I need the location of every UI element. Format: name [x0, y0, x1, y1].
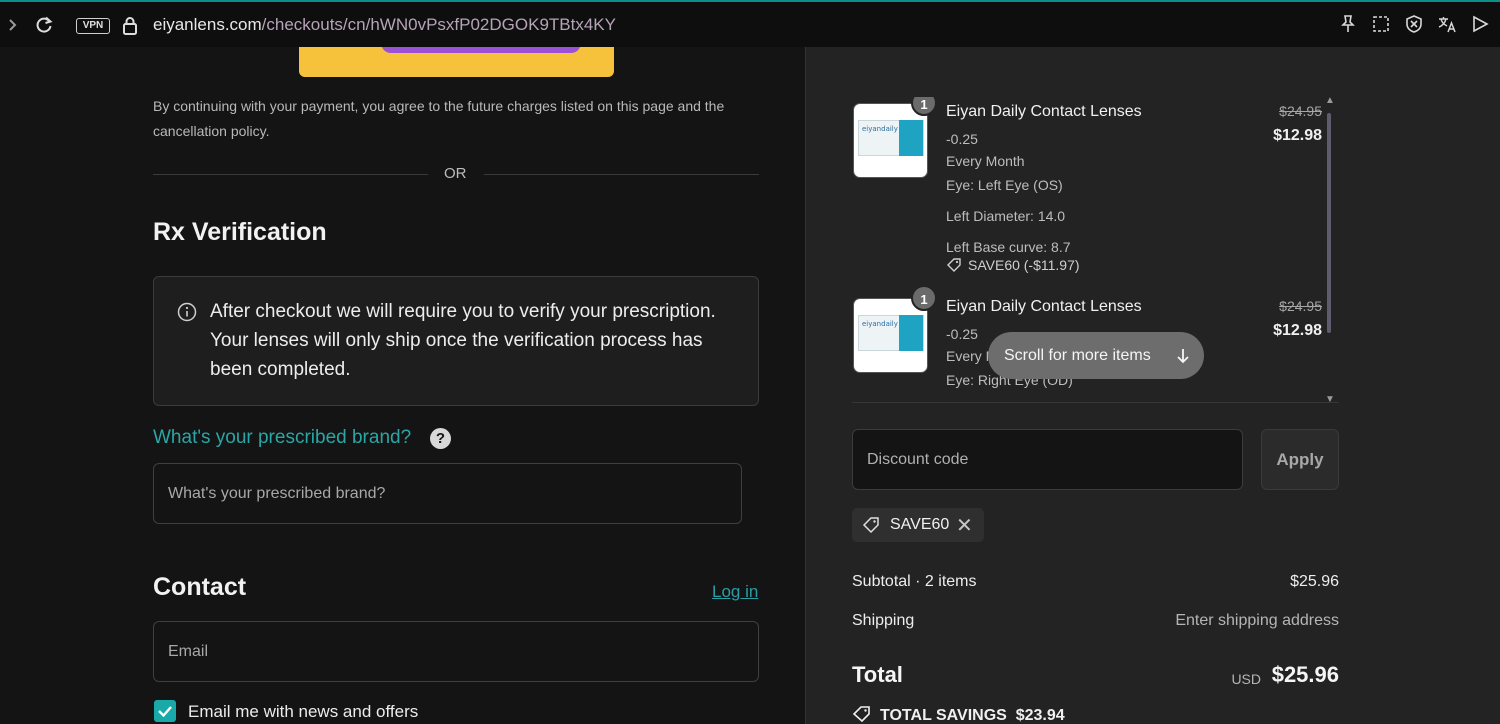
- cart-scrollbar[interactable]: ▲ ▼: [1323, 95, 1335, 405]
- tag-icon: [852, 706, 870, 723]
- contact-title: Contact: [153, 573, 247, 601]
- original-price: $24.95: [1279, 103, 1322, 119]
- lock-icon[interactable]: [121, 15, 139, 37]
- rx-info-text: After checkout we will require you to ve…: [210, 301, 716, 380]
- item-base-curve: Left Base curve: 8.7: [946, 239, 1071, 255]
- applied-discount-chip: SAVE60 ✕: [852, 508, 984, 542]
- checkmark-icon: [158, 706, 172, 718]
- divider-line-right: [484, 174, 759, 175]
- total-value: $25.96: [1271, 662, 1339, 687]
- cart-item: eiyandaily 1 Eiyan Daily Contact Lenses …: [852, 97, 1322, 297]
- item-price: $12.98: [1273, 127, 1322, 144]
- item-title: Eiyan Daily Contact Lenses: [946, 298, 1142, 315]
- scrollbar-thumb[interactable]: [1327, 113, 1331, 333]
- rx-verification-title: Rx Verification: [153, 218, 327, 246]
- total-row: Total USD $25.96: [852, 662, 1339, 688]
- info-icon: [177, 302, 197, 322]
- savings-value: $23.94: [1015, 707, 1065, 724]
- product-logo-text: eiyandaily: [862, 125, 898, 133]
- tag-icon: [862, 517, 879, 534]
- item-power: -0.25: [946, 131, 978, 147]
- applied-discount-code: SAVE60: [890, 516, 950, 533]
- browser-toolbar: VPN eiyanlens.com/checkouts/cn/hWN0vPsxf…: [0, 0, 1500, 47]
- newsletter-checkbox[interactable]: [154, 700, 176, 722]
- product-logo-text: eiyandaily: [862, 320, 898, 328]
- total-label: Total: [852, 662, 903, 687]
- quantity-badge: 1: [911, 285, 937, 311]
- quantity-badge: 1: [911, 97, 937, 116]
- apply-button[interactable]: Apply: [1261, 429, 1339, 490]
- checkout-main: By continuing with your payment, you agr…: [0, 47, 805, 724]
- prescribed-brand-label: What's your prescribed brand?: [153, 427, 412, 448]
- item-frequency: Every Month: [946, 153, 1025, 169]
- shield-icon[interactable]: [1404, 14, 1424, 36]
- send-icon[interactable]: [1470, 14, 1490, 36]
- divider-line-left: [153, 174, 428, 175]
- original-price: $24.95: [1279, 298, 1322, 314]
- or-divider: OR: [153, 165, 759, 185]
- shipping-value: Enter shipping address: [1175, 612, 1339, 629]
- prescribed-brand-input[interactable]: [153, 463, 742, 524]
- rx-info-box: After checkout we will require you to ve…: [153, 276, 759, 406]
- shipping-label: Shipping: [852, 612, 915, 629]
- forward-icon[interactable]: [6, 14, 20, 36]
- scroll-more-label: Scroll for more items: [1004, 347, 1151, 364]
- vpn-badge[interactable]: VPN: [76, 18, 110, 34]
- item-power: -0.25: [946, 326, 978, 342]
- scroll-down-icon[interactable]: ▼: [1325, 394, 1335, 405]
- paypal-logo: [381, 47, 581, 53]
- item-discount: SAVE60 (-$11.97): [946, 257, 1080, 273]
- reload-icon[interactable]: [34, 14, 54, 36]
- email-field[interactable]: [153, 621, 759, 682]
- order-summary: eiyandaily 1 Eiyan Daily Contact Lenses …: [805, 47, 1500, 724]
- scroll-more-button[interactable]: Scroll for more items: [988, 332, 1204, 379]
- or-label: OR: [444, 165, 467, 182]
- address-bar[interactable]: eiyanlens.com/checkouts/cn/hWN0vPsxfP02D…: [153, 15, 616, 35]
- url-path: /checkouts/cn/hWN0vPsxfP02DGOK9TBtx4KY: [261, 15, 616, 34]
- shipping-row: Shipping Enter shipping address: [852, 612, 1339, 630]
- login-link[interactable]: Log in: [712, 582, 758, 602]
- subtotal-label: Subtotal · 2 items: [852, 573, 977, 590]
- item-price: $12.98: [1273, 322, 1322, 339]
- url-host: eiyanlens.com: [153, 15, 262, 34]
- screenshot-icon[interactable]: [1371, 14, 1391, 36]
- total-savings: TOTAL SAVINGS $23.94: [852, 705, 1065, 724]
- item-eye: Eye: Left Eye (OS): [946, 177, 1063, 193]
- newsletter-label[interactable]: Email me with news and offers: [188, 702, 418, 722]
- subtotal-row: Subtotal · 2 items $25.96: [852, 573, 1339, 591]
- savings-label: TOTAL SAVINGS: [880, 707, 1007, 724]
- subtotal-value: $25.96: [1290, 573, 1339, 590]
- tag-icon: [947, 258, 961, 272]
- item-discount-text: SAVE60 (-$11.97): [968, 257, 1080, 273]
- remove-discount-icon[interactable]: ✕: [956, 513, 973, 538]
- payment-consent-text: By continuing with your payment, you agr…: [153, 98, 725, 139]
- arrow-down-icon: [1177, 349, 1189, 364]
- pin-icon[interactable]: [1338, 14, 1358, 36]
- currency-code: USD: [1231, 671, 1261, 687]
- item-diameter: Left Diameter: 14.0: [946, 208, 1066, 224]
- scroll-up-icon[interactable]: ▲: [1325, 95, 1335, 106]
- item-title: Eiyan Daily Contact Lenses: [946, 103, 1142, 120]
- paypal-button[interactable]: [299, 47, 614, 77]
- discount-code-input[interactable]: [852, 429, 1243, 490]
- help-icon[interactable]: ?: [430, 428, 451, 449]
- translate-icon[interactable]: [1437, 14, 1457, 36]
